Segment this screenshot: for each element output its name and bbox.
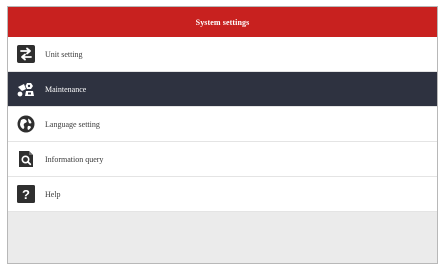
maintenance-icon bbox=[16, 79, 36, 99]
menu-item-language-setting[interactable]: Language setting bbox=[8, 107, 437, 142]
help-icon: ? bbox=[16, 184, 36, 204]
page-title: System settings bbox=[195, 17, 250, 27]
help-glyph: ? bbox=[22, 187, 30, 202]
unit-setting-icon bbox=[16, 44, 36, 64]
menu-item-label: Language setting bbox=[45, 119, 100, 129]
menu-item-help[interactable]: ? Help bbox=[8, 177, 437, 212]
menu-item-label: Unit setting bbox=[45, 49, 83, 59]
globe-icon bbox=[16, 114, 36, 134]
settings-menu: Unit setting Maintenance Language settin… bbox=[8, 37, 437, 212]
information-query-icon bbox=[16, 149, 36, 169]
menu-item-unit-setting[interactable]: Unit setting bbox=[8, 37, 437, 72]
menu-item-label: Maintenance bbox=[45, 84, 87, 94]
menu-item-information-query[interactable]: Information query bbox=[8, 142, 437, 177]
system-settings-window: System settings Unit setting Maintenance… bbox=[7, 6, 438, 264]
menu-item-maintenance[interactable]: Maintenance bbox=[8, 72, 437, 107]
menu-item-label: Information query bbox=[45, 154, 104, 164]
title-bar: System settings bbox=[8, 7, 437, 37]
menu-item-label: Help bbox=[45, 189, 61, 199]
